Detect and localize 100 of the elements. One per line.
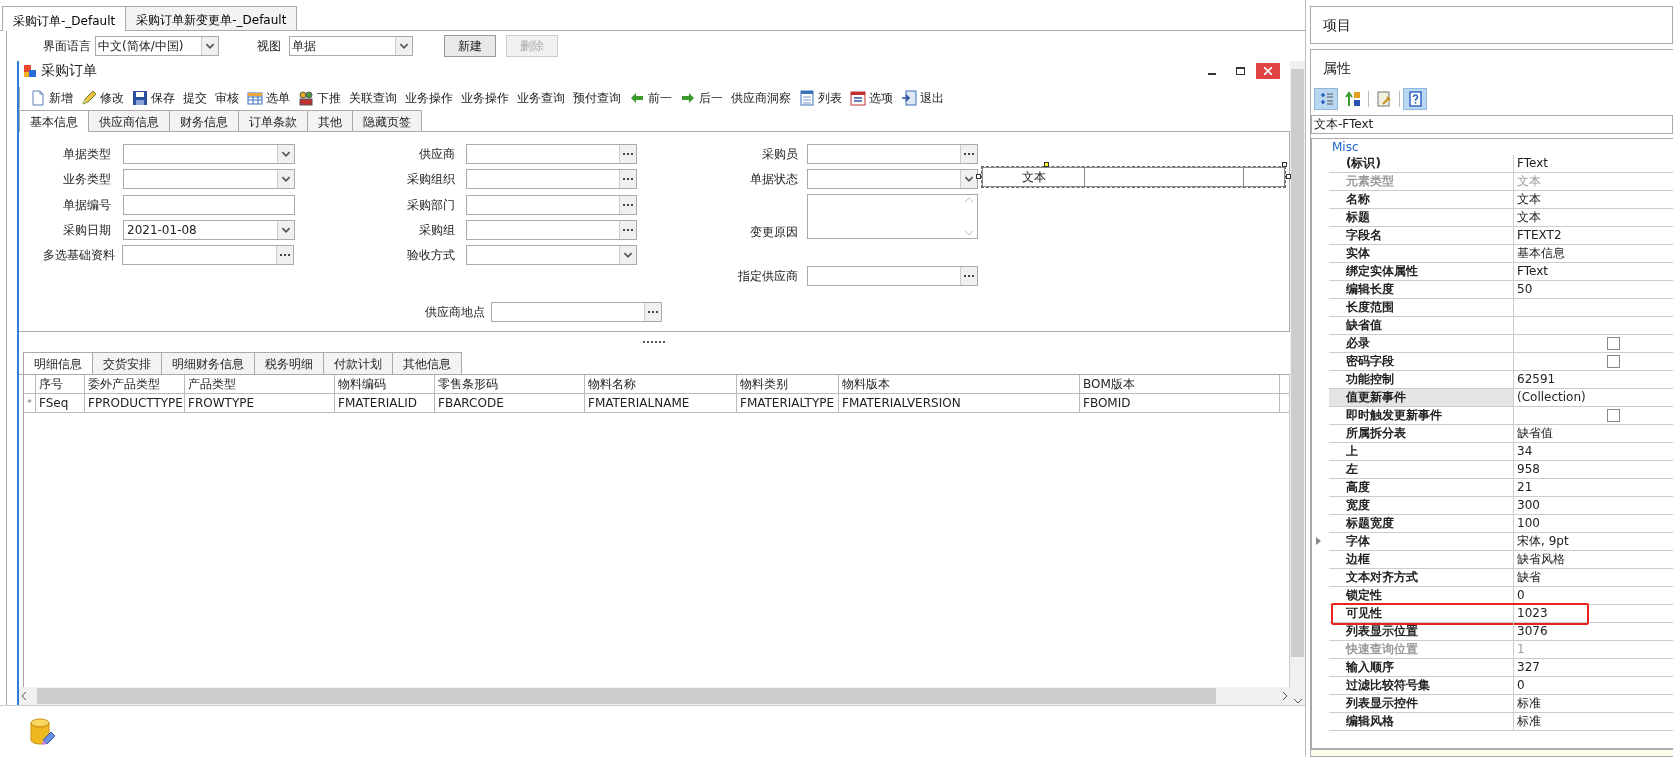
- lookup-field[interactable]: [807, 266, 978, 286]
- property-name[interactable]: 输入顺序: [1329, 659, 1514, 676]
- property-name[interactable]: 功能控制: [1329, 371, 1514, 388]
- property-name[interactable]: 标题宽度: [1329, 515, 1514, 532]
- toolbar-button[interactable]: 预付查询: [569, 88, 625, 108]
- property-value[interactable]: 标准: [1517, 695, 1541, 712]
- property-value[interactable]: 0: [1517, 587, 1525, 604]
- column-header[interactable]: 产品类型: [185, 375, 335, 393]
- toolbar-button[interactable]: 下推: [294, 88, 345, 108]
- scroll-right-icon[interactable]: [1280, 691, 1290, 701]
- detail-tab[interactable]: 税务明细: [254, 352, 324, 374]
- selection-handle[interactable]: [1043, 162, 1049, 167]
- toolbar-button[interactable]: 新建: [444, 35, 496, 57]
- selection-handle[interactable]: [1282, 162, 1287, 167]
- lookup-field[interactable]: [491, 302, 662, 322]
- selection-handle[interactable]: [1286, 174, 1291, 179]
- scroll-left-icon[interactable]: [19, 691, 29, 701]
- dropdown-field[interactable]: [807, 169, 978, 189]
- lookup-field[interactable]: [122, 245, 294, 265]
- toolbar-button[interactable]: 业务操作: [401, 88, 457, 108]
- property-name[interactable]: 即时触发更新事件: [1329, 407, 1514, 424]
- property-name[interactable]: 密码字段: [1329, 353, 1514, 370]
- checkbox[interactable]: [1607, 355, 1620, 368]
- category-label[interactable]: Misc: [1312, 139, 1673, 155]
- object-selector[interactable]: 文本-FText: [1311, 115, 1673, 134]
- checkbox[interactable]: [1607, 409, 1620, 422]
- property-name[interactable]: 所属拆分表: [1329, 425, 1514, 442]
- property-value[interactable]: 0: [1517, 677, 1525, 694]
- form-tab[interactable]: 其他: [307, 110, 353, 131]
- property-name[interactable]: 必录: [1329, 335, 1514, 352]
- property-name[interactable]: 缺省值: [1329, 317, 1514, 334]
- expand-icon[interactable]: [1315, 537, 1323, 545]
- property-name[interactable]: 过滤比较符号集: [1329, 677, 1514, 694]
- lookup-field[interactable]: [466, 169, 637, 189]
- detail-tab[interactable]: 明细信息: [23, 352, 93, 374]
- property-name[interactable]: 名称: [1329, 191, 1514, 208]
- property-name[interactable]: 值更新事件: [1329, 389, 1514, 406]
- detail-tab[interactable]: 其他信息: [392, 352, 462, 374]
- property-name[interactable]: 边框: [1329, 551, 1514, 568]
- toolbar-button[interactable]: 关联查询: [345, 88, 401, 108]
- property-name[interactable]: (标识): [1329, 155, 1514, 172]
- property-value[interactable]: 文本: [1517, 191, 1541, 208]
- text-control[interactable]: 文本: [982, 167, 1285, 187]
- property-value[interactable]: 62591: [1517, 371, 1556, 388]
- column-header[interactable]: 物料版本: [839, 375, 1080, 393]
- property-value[interactable]: 标准: [1517, 713, 1541, 730]
- text-field[interactable]: [123, 195, 295, 215]
- form-tab[interactable]: 财务信息: [169, 110, 239, 131]
- dropdown-field[interactable]: [123, 169, 295, 189]
- lookup-field[interactable]: [466, 144, 637, 164]
- property-value[interactable]: FText: [1517, 155, 1548, 172]
- text-area[interactable]: [807, 194, 978, 239]
- property-value[interactable]: 100: [1517, 515, 1540, 532]
- property-name[interactable]: 字体: [1329, 533, 1514, 550]
- toolbar-button[interactable]: 选项: [846, 88, 897, 108]
- scroll-down-icon[interactable]: [1292, 697, 1303, 705]
- detail-tab[interactable]: 付款计划: [323, 352, 393, 374]
- toolbar-button[interactable]: 供应商洞察: [727, 88, 795, 108]
- property-value[interactable]: 宋体, 9pt: [1517, 533, 1569, 550]
- property-value[interactable]: 文本: [1517, 209, 1541, 226]
- property-value[interactable]: 958: [1517, 461, 1540, 478]
- lookup-field[interactable]: [807, 144, 978, 164]
- property-value[interactable]: 1023: [1517, 605, 1548, 622]
- property-value[interactable]: 缺省: [1517, 569, 1541, 586]
- property-name[interactable]: 编辑长度: [1329, 281, 1514, 298]
- toolbar-button[interactable]: 列表: [795, 88, 846, 108]
- document-tab[interactable]: 采购订单新变更单-_Default: [125, 6, 298, 30]
- property-name[interactable]: 标题: [1329, 209, 1514, 226]
- property-value[interactable]: 基本信息: [1517, 245, 1565, 262]
- close-button[interactable]: [1256, 63, 1280, 79]
- column-header[interactable]: 零售条形码: [435, 375, 585, 393]
- toolbar-button[interactable]: 前一: [625, 88, 676, 108]
- property-value[interactable]: 50: [1517, 281, 1533, 298]
- property-name[interactable]: 字段名: [1329, 227, 1514, 244]
- property-value[interactable]: 3076: [1517, 623, 1548, 640]
- toolbar-button[interactable]: 选单: [243, 88, 294, 108]
- property-value[interactable]: 34: [1517, 443, 1533, 460]
- document-tab[interactable]: 采购订单-_Default: [2, 6, 127, 31]
- detail-tab[interactable]: 明细财务信息: [161, 352, 255, 374]
- form-tab[interactable]: 订单条款: [238, 110, 308, 131]
- dropdown-field[interactable]: [466, 245, 637, 265]
- vertical-scrollbar[interactable]: [1290, 61, 1305, 705]
- lookup-field[interactable]: [466, 195, 637, 215]
- toolbar-button[interactable]: 业务操作: [457, 88, 513, 108]
- splitter-grip-icon[interactable]: [642, 340, 667, 344]
- selection-handle[interactable]: [976, 174, 981, 179]
- toolbar-button[interactable]: 业务查询: [513, 88, 569, 108]
- property-name[interactable]: 绑定实体属性: [1329, 263, 1514, 280]
- checkbox[interactable]: [1607, 337, 1620, 350]
- horizontal-scrollbar[interactable]: [19, 687, 1290, 705]
- property-value[interactable]: 缺省风格: [1517, 551, 1565, 568]
- detail-tab[interactable]: 交货安排: [92, 352, 162, 374]
- property-name[interactable]: 可见性: [1329, 605, 1514, 622]
- property-name[interactable]: 列表显示位置: [1329, 623, 1514, 640]
- column-header[interactable]: 委外产品类型: [85, 375, 185, 393]
- form-tab[interactable]: 供应商信息: [88, 110, 170, 131]
- toolbar-button[interactable]: 退出: [897, 88, 948, 108]
- property-name[interactable]: 实体: [1329, 245, 1514, 262]
- scroll-up-icon[interactable]: [964, 197, 974, 203]
- categorized-button[interactable]: [1314, 88, 1338, 110]
